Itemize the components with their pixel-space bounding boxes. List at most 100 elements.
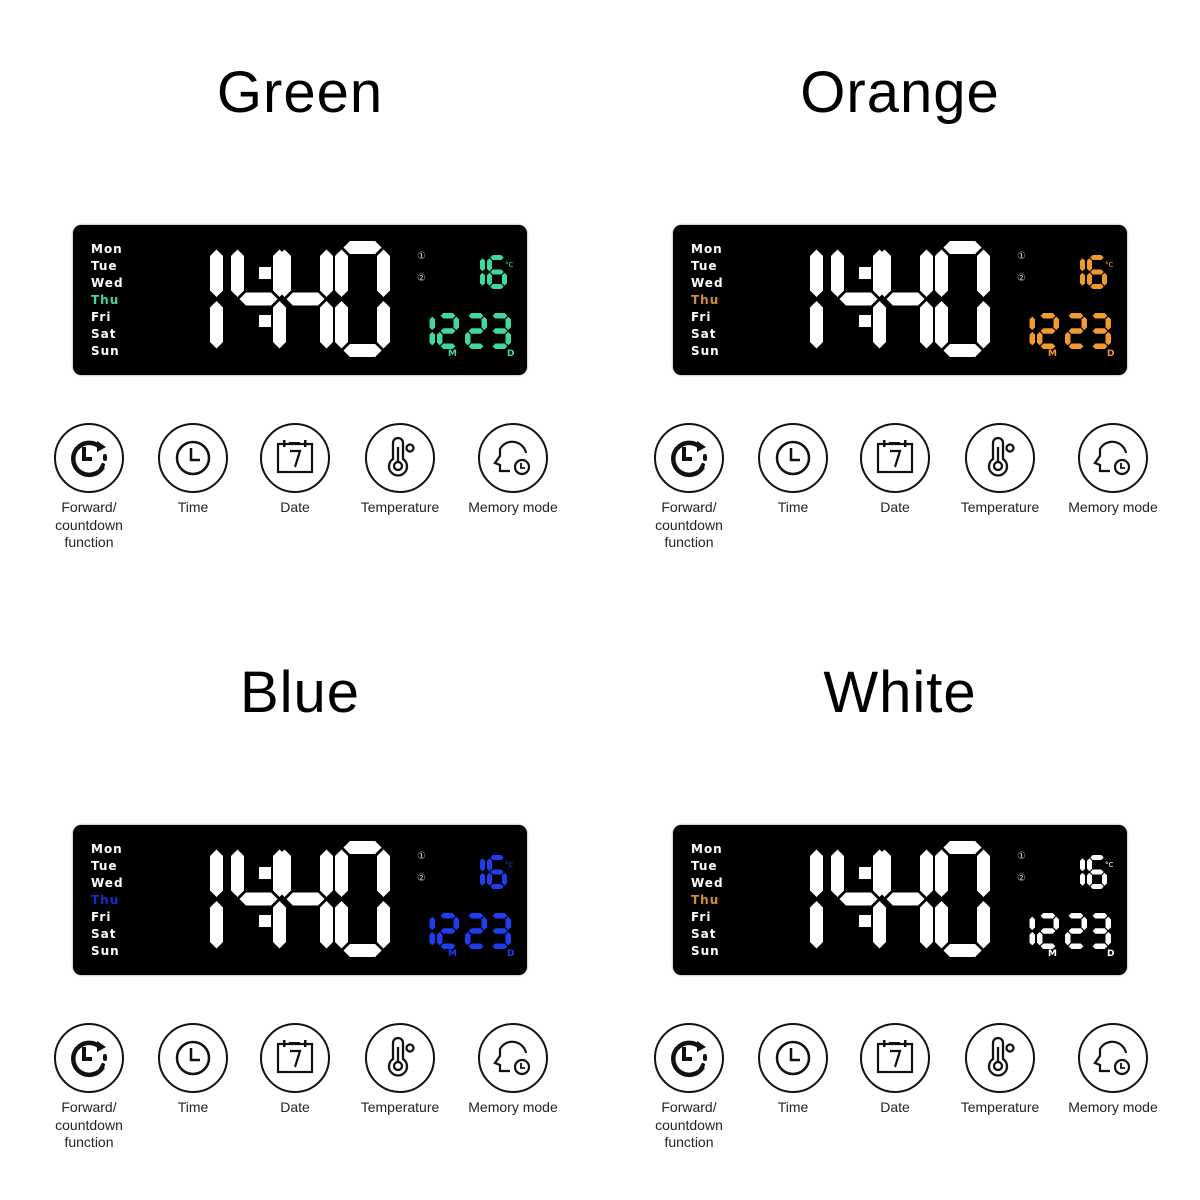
segment-a xyxy=(490,855,504,860)
segment-display xyxy=(810,241,1111,357)
segment-b xyxy=(505,916,511,931)
celsius-unit: °C xyxy=(505,861,514,869)
segment-a xyxy=(943,241,982,254)
variant-blue: Blue Mon Tue Wed Thu Fri Sat Sun ① ② °C M D Forward/… xyxy=(0,600,600,1200)
segment-e xyxy=(335,300,348,349)
feature-label: Temperature xyxy=(360,499,440,515)
colon-top xyxy=(859,867,871,879)
feature-label: Memory mode xyxy=(1068,499,1158,515)
clock-icon xyxy=(758,1023,828,1093)
segment-c xyxy=(1029,331,1035,346)
digit-1 xyxy=(810,249,823,349)
segment-c xyxy=(1080,872,1085,886)
segment-b xyxy=(453,916,459,931)
alarm-1-icon: ① xyxy=(417,251,426,262)
segment-c xyxy=(977,900,990,949)
segment-b xyxy=(481,916,487,931)
segment-a xyxy=(1068,313,1084,319)
forward-countdown-icon xyxy=(54,1023,124,1093)
segment-g xyxy=(239,292,278,306)
segment-d xyxy=(1068,343,1084,349)
feature-label: Memory mode xyxy=(468,499,558,515)
feature-label: Temperature xyxy=(960,499,1040,515)
segment-a xyxy=(1040,913,1056,919)
feature-label: Date xyxy=(280,1099,310,1115)
segment-b xyxy=(377,249,390,298)
segment-g xyxy=(1090,269,1104,275)
forward-countdown-icon xyxy=(654,1023,724,1093)
segment-c xyxy=(920,300,933,349)
digit-2 xyxy=(1037,913,1059,949)
segment-d xyxy=(492,343,508,349)
digit-6 xyxy=(1087,855,1107,889)
segment-c xyxy=(320,900,333,949)
segment-d xyxy=(943,944,982,957)
segment-e xyxy=(935,900,948,949)
memory-head-icon xyxy=(1078,1023,1148,1093)
segment-a xyxy=(440,313,456,319)
digit-2 xyxy=(437,313,459,349)
segment-g xyxy=(1068,928,1084,934)
segment-g xyxy=(886,892,925,906)
segment-g xyxy=(286,892,325,906)
segment-g xyxy=(1092,928,1108,934)
digit-1 xyxy=(1029,916,1035,946)
segment-c xyxy=(480,872,485,886)
digit-1 xyxy=(810,849,823,949)
segment-b xyxy=(1053,916,1059,931)
segment-b xyxy=(1081,316,1087,331)
segment-b xyxy=(977,849,990,898)
segment-b xyxy=(429,916,435,931)
digit-3 xyxy=(1092,313,1111,349)
segment-f xyxy=(878,849,891,898)
segment-a xyxy=(1068,913,1084,919)
clock-display: Mon Tue Wed Thu Fri Sat Sun ① ② °C M D xyxy=(73,225,527,375)
segment-g xyxy=(1092,328,1108,334)
segment-f xyxy=(278,249,291,298)
digit-3 xyxy=(492,313,511,349)
day-marker: D xyxy=(507,949,515,959)
segment-g xyxy=(1068,328,1084,334)
segment-b xyxy=(481,316,487,331)
segment-b xyxy=(210,249,223,298)
feature-label: Memory mode xyxy=(1068,1099,1158,1115)
forward-countdown-icon xyxy=(54,423,124,493)
segment-c xyxy=(502,272,507,286)
segment-c xyxy=(273,300,286,349)
segment-d xyxy=(468,343,484,349)
month-marker: M xyxy=(1048,349,1057,359)
colon-bottom xyxy=(859,915,871,927)
day-marker: D xyxy=(507,349,515,359)
segment-b xyxy=(1105,916,1111,931)
segment-g xyxy=(440,328,456,334)
memory-head-icon xyxy=(478,423,548,493)
calendar-icon xyxy=(860,423,930,493)
segment-f xyxy=(335,249,348,298)
segment-f xyxy=(231,249,244,298)
segment-f xyxy=(487,858,492,872)
feature-label: Date xyxy=(880,1099,910,1115)
segment-b xyxy=(505,316,511,331)
segment-g xyxy=(468,328,484,334)
digit-1 xyxy=(1080,258,1085,286)
segment-b xyxy=(920,849,933,898)
segment-b xyxy=(920,249,933,298)
variant-title: Orange xyxy=(800,60,1000,125)
segment-display xyxy=(810,841,1111,957)
segment-f xyxy=(935,249,948,298)
segment-d xyxy=(490,884,504,889)
digit-1 xyxy=(429,316,435,346)
colon-bottom xyxy=(859,315,871,327)
segment-c xyxy=(920,900,933,949)
segment-c xyxy=(210,300,223,349)
segment-d xyxy=(343,344,382,357)
segment-b xyxy=(429,316,435,331)
segment-c xyxy=(377,900,390,949)
segment-a xyxy=(490,255,504,260)
segment-b xyxy=(977,249,990,298)
variant-orange: Orange Mon Tue Wed Thu Fri Sat Sun ① ② °C M D Forwar… xyxy=(600,0,1200,600)
segment-a xyxy=(1090,855,1104,860)
segment-g xyxy=(490,269,504,275)
digit-4 xyxy=(831,849,886,949)
segment-b xyxy=(810,849,823,898)
